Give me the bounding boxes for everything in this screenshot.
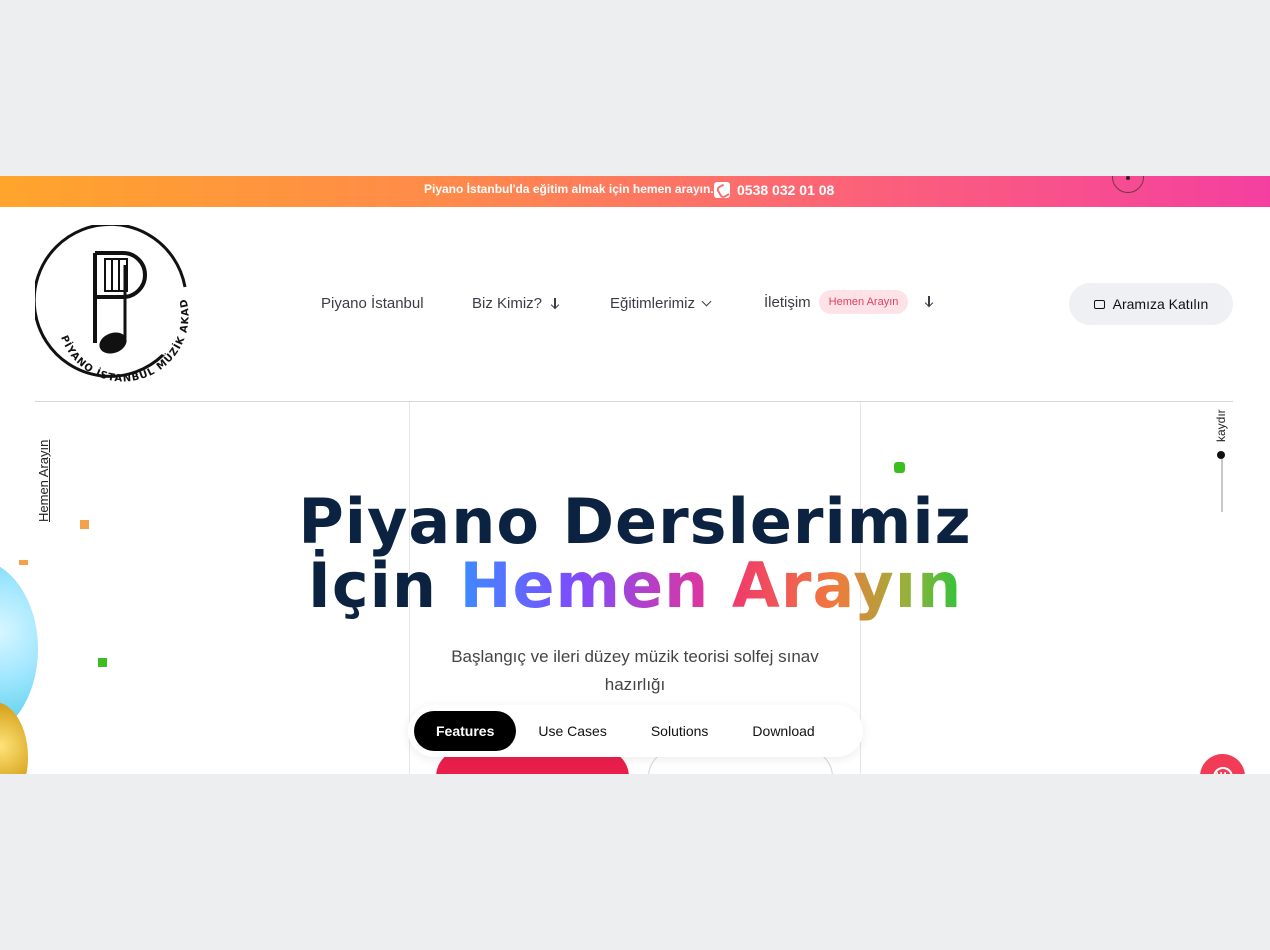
nav-item-iletisim[interactable]: İletişim Hemen Arayın [764, 290, 934, 314]
logo-text: PİYANO İSTANBUL MÜZİK AKADEMİ [35, 225, 192, 383]
gold-blob-decoration [0, 702, 28, 774]
circle-decoration [1112, 176, 1144, 193]
pill-tab-download[interactable]: Download [730, 711, 836, 751]
nav-item-egitimlerimiz[interactable]: Eğitimlerimiz [610, 295, 712, 312]
nav-item-biz-kimiz[interactable]: Biz Kimiz? [472, 295, 560, 312]
green-square-decoration [98, 658, 107, 667]
chevron-down-icon [701, 296, 712, 307]
join-label: Aramıza Katılın [1112, 296, 1209, 312]
nav-label: Eğitimlerimiz [610, 295, 696, 312]
hero-title-line-2: İçin Hemen Arayın [0, 554, 1270, 618]
pill-tab-use-cases[interactable]: Use Cases [516, 711, 628, 751]
logo-mark: PİYANO İSTANBUL MÜZİK AKADEMİ [30, 214, 192, 385]
phone-icon [714, 182, 730, 198]
nav-label: İletişim [764, 293, 811, 311]
green-pentagon-decoration [894, 462, 905, 473]
scroll-label: kaydır [1214, 409, 1228, 442]
phone-link[interactable]: 0538 032 01 08 [714, 182, 834, 198]
hero-title-prefix: İçin [307, 549, 460, 622]
chat-button[interactable] [1200, 754, 1245, 774]
header-divider [35, 401, 1233, 402]
arrow-down-icon [550, 297, 560, 310]
hero-highlight-hemen: Hemen [459, 549, 710, 622]
arrow-down-icon [924, 296, 934, 308]
pill-tab-solutions[interactable]: Solutions [629, 711, 731, 751]
page-viewport: Piyano İstanbul'da eğitim almak için hem… [0, 176, 1270, 774]
pill-tab-features[interactable]: Features [414, 711, 517, 751]
join-us-button[interactable]: Aramıza Katılın [1069, 283, 1233, 325]
hemen-arayin-badge: Hemen Arayın [818, 290, 909, 314]
scroll-indicator-dot [1217, 451, 1225, 459]
hero-subtitle: Başlangıç ve ileri düzey müzik teorisi s… [451, 647, 819, 694]
join-icon [1093, 299, 1105, 309]
site-logo[interactable]: PİYANO İSTANBUL MÜZİK AKADEMİ [30, 214, 193, 385]
main-card: PİYANO İSTANBUL MÜZİK AKADEMİ Piyano İst… [0, 207, 1270, 774]
nav-label: Piyano İstanbul [321, 295, 424, 312]
nav-label: Biz Kimiz? [472, 295, 543, 312]
nav-item-piyano-istanbul[interactable]: Piyano İstanbul [321, 295, 424, 312]
promo-topbar: Piyano İstanbul'da eğitim almak için hem… [0, 176, 1270, 207]
floating-pill-nav: Features Use Cases Solutions Download [408, 705, 863, 757]
promo-message: Piyano İstanbul'da eğitim almak için hem… [424, 182, 714, 196]
hero-highlight-arayin: Arayın [731, 549, 963, 622]
chat-bubble-icon [1212, 766, 1233, 774]
hero-title-line-1: Piyano Derslerimiz [298, 485, 972, 558]
phone-number: 0538 032 01 08 [737, 182, 835, 198]
